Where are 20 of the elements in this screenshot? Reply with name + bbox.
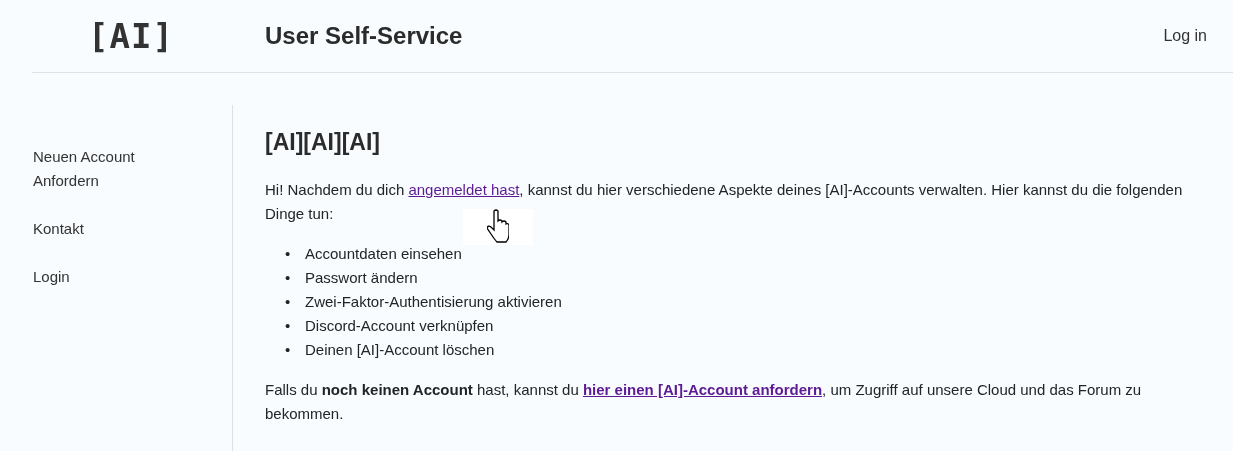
page-title: User Self-Service	[265, 22, 464, 50]
heading: [AI][AI][AI]	[265, 129, 381, 156]
sidebar-link[interactable]: Kontakt	[33, 217, 163, 241]
hand-cursor-icon	[463, 209, 533, 245]
intro-paragraph: Hi! Nachdem du dich angemeldet hast, kannst du hier verschiedene Aspekte deines [AI]-Accounts verwalten. Hier kannst du die folgenden Dinge tun:	[265, 180, 1184, 224]
sidebar-link[interactable]: Login	[33, 265, 163, 289]
bullet: •	[285, 292, 292, 312]
logo: [AI]	[87, 16, 175, 56]
feature-item: Discord-Account verknüpfen	[305, 316, 494, 336]
sidebar-link[interactable]: Neuen Account Anfordern	[33, 145, 163, 193]
bullet: •	[285, 244, 292, 264]
request-paragraph: Falls du noch keinen Account hast, kannst du hier einen [AI]-Account anfordern, um Zugriff auf unsere Cloud und das Forum zu bekommen.	[265, 380, 1143, 424]
feature-item: Deinen [AI]-Account löschen	[305, 340, 495, 360]
bullet: •	[285, 340, 292, 360]
bullet: •	[285, 316, 292, 336]
feature-item: Accountdaten einsehen	[305, 244, 462, 264]
log-in-button[interactable]: Log in	[1163, 27, 1207, 45]
feature-item: Passwort ändern	[305, 268, 418, 288]
bullet: •	[285, 268, 292, 288]
feature-item: Zwei-Faktor-Authentisierung aktivieren	[305, 292, 562, 312]
